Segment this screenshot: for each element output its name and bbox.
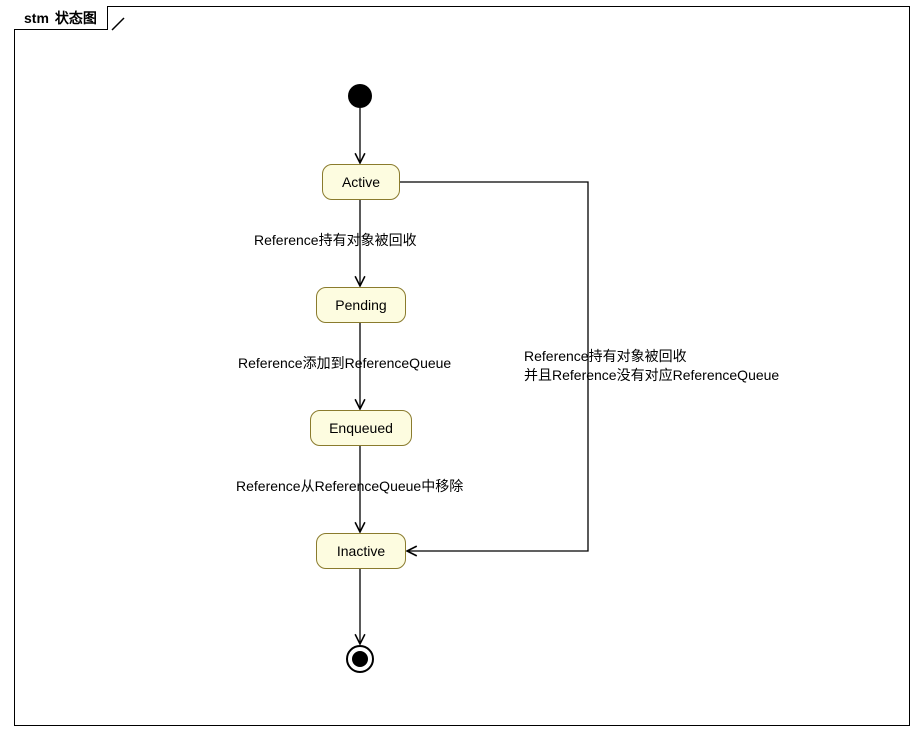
label-pending-enqueued: Reference添加到ReferenceQueue <box>238 354 451 373</box>
state-inactive: Inactive <box>316 533 406 569</box>
state-active-label: Active <box>342 174 380 190</box>
label-active-pending: Reference持有对象被回收 <box>254 231 417 250</box>
frame-name: 状态图 <box>55 8 97 28</box>
state-enqueued: Enqueued <box>310 410 412 446</box>
label-active-inactive-line1: Reference持有对象被回收 <box>524 348 687 364</box>
label-active-inactive: Reference持有对象被回收 并且Reference没有对应Referenc… <box>524 347 779 385</box>
final-state <box>346 645 374 673</box>
state-pending: Pending <box>316 287 406 323</box>
diagram-canvas: stm 状态图 Active Pending Enqueued Inactive… <box>0 0 924 736</box>
label-enqueued-inactive: Reference从ReferenceQueue中移除 <box>236 477 463 496</box>
state-active: Active <box>322 164 400 200</box>
state-inactive-label: Inactive <box>337 543 385 559</box>
frame-prefix: stm <box>24 10 49 26</box>
label-active-inactive-line2: 并且Reference没有对应ReferenceQueue <box>524 367 779 383</box>
frame-title: stm 状态图 <box>14 6 108 30</box>
final-state-inner <box>352 651 368 667</box>
state-enqueued-label: Enqueued <box>329 420 393 436</box>
state-pending-label: Pending <box>335 297 386 313</box>
initial-state <box>348 84 372 108</box>
